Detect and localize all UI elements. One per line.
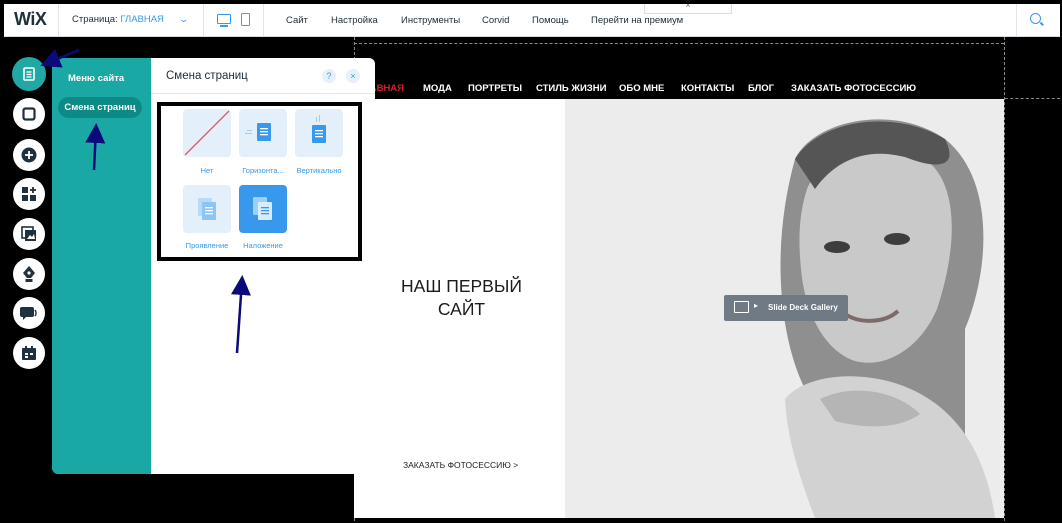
menu-tools[interactable]: Инструменты: [401, 15, 460, 26]
mobile-view-icon[interactable]: [241, 13, 250, 26]
rail-blog-button[interactable]: [13, 258, 45, 290]
editor-window: WiX Страница: ГЛАВНАЯ ⌄ Сайт Настройка И…: [0, 0, 1062, 523]
page-selector-prefix: Страница:: [72, 14, 121, 25]
chevron-right-icon: ▸: [754, 301, 759, 310]
site-menu-item[interactable]: Меню сайта: [68, 73, 124, 84]
panel-title: Смена страниц: [166, 70, 248, 82]
rail-apps-button[interactable]: [13, 178, 45, 210]
nav-home[interactable]: ГЛАВНАЯ: [371, 83, 404, 94]
blog-pen-icon: [23, 266, 35, 282]
bookings-icon: [22, 346, 36, 360]
pages-panel-sidebar: Меню сайта Смена страниц: [52, 58, 151, 474]
rail-chat-button[interactable]: [13, 297, 45, 329]
hero-title[interactable]: НАШ ПЕРВЫЙ САЙТ: [354, 275, 569, 321]
hero-title-line2: САЙТ: [437, 299, 486, 319]
collapse-topbar-tab[interactable]: ^: [644, 4, 732, 14]
menu-site[interactable]: Сайт: [286, 15, 308, 26]
search-icon[interactable]: [1030, 13, 1041, 24]
hero-cta-link[interactable]: ЗАКАЗАТЬ ФОТОСЕССИЮ >: [403, 460, 518, 470]
gallery-element-label[interactable]: ▸ Slide Deck Gallery: [724, 295, 848, 321]
apps-icon: [22, 187, 36, 201]
help-icon[interactable]: ?: [322, 69, 336, 83]
nav-portraits[interactable]: ПОРТРЕТЫ: [468, 83, 522, 94]
header-guide-right: [1005, 98, 1060, 99]
desktop-view-icon[interactable]: [217, 14, 231, 27]
chat-icon: [20, 307, 37, 320]
menu-help[interactable]: Помощь: [532, 15, 569, 26]
background-icon: [22, 107, 36, 121]
media-icon: [21, 226, 36, 241]
rail-add-button[interactable]: [13, 139, 45, 171]
hero-title-line1: НАШ ПЕРВЫЙ: [401, 276, 522, 296]
editor-top-bar: WiX Страница: ГЛАВНАЯ ⌄ Сайт Настройка И…: [4, 4, 1060, 37]
page-selector-value: ГЛАВНАЯ: [120, 14, 164, 25]
grid-guide-right: [1004, 37, 1005, 521]
menu-upgrade[interactable]: Перейти на премиум: [591, 15, 683, 26]
rail-bookings-button[interactable]: [13, 337, 45, 369]
rail-media-button[interactable]: [13, 218, 45, 250]
gallery-label-text: Slide Deck Gallery: [768, 303, 838, 312]
panel-header-divider: [151, 93, 375, 94]
pages-icon: [23, 67, 35, 81]
close-icon[interactable]: ×: [346, 69, 360, 83]
nav-blog[interactable]: БЛОГ: [748, 83, 774, 94]
add-icon: [21, 147, 37, 163]
annotation-highlight-box: [157, 102, 362, 261]
nav-lifestyle[interactable]: СТИЛЬ ЖИЗНИ: [536, 83, 606, 94]
nav-book-session[interactable]: ЗАКАЗАТЬ ФОТОСЕССИЮ: [791, 83, 916, 94]
wix-logo: WiX: [14, 9, 47, 29]
image-gallery-icon: [734, 301, 749, 313]
menu-settings[interactable]: Настройка: [331, 15, 378, 26]
page-transitions-item[interactable]: Смена страниц: [58, 97, 142, 118]
rail-background-button[interactable]: [13, 98, 45, 130]
nav-about[interactable]: ОБО МНЕ: [619, 83, 664, 94]
rail-pages-button[interactable]: [12, 57, 46, 91]
nav-fashion[interactable]: МОДА: [423, 83, 452, 94]
chevron-down-icon[interactable]: ⌄: [178, 14, 189, 25]
menu-corvid[interactable]: Corvid: [482, 15, 509, 26]
nav-contacts[interactable]: КОНТАКТЫ: [681, 83, 734, 94]
hero-text-strip: НАШ ПЕРВЫЙ САЙТ ЗАКАЗАТЬ ФОТОСЕССИЮ >: [354, 99, 565, 518]
header-guide-top: [354, 43, 1004, 44]
page-selector[interactable]: Страница: ГЛАВНАЯ: [72, 14, 164, 25]
